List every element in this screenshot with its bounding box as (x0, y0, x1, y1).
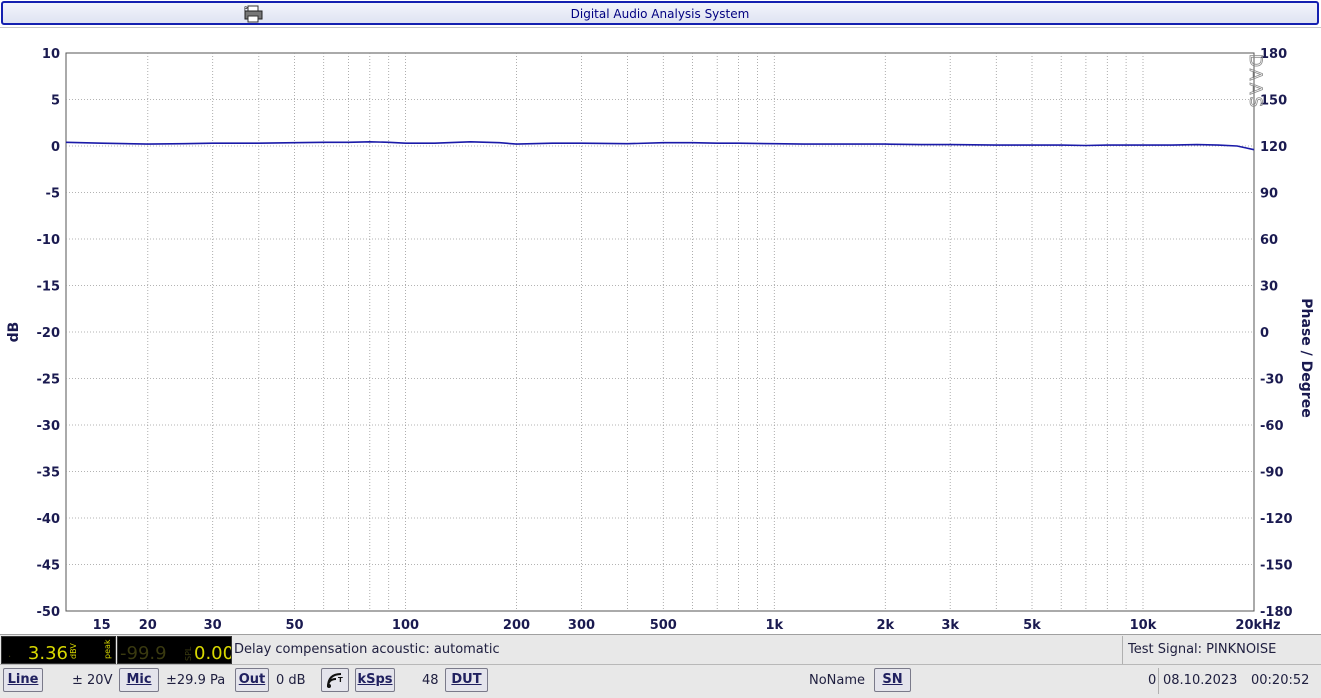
bottom-toolbar: Line ± 20V Mic ±29.9 Pa Out 0 dB T kSps … (0, 664, 1321, 698)
ksps-button[interactable]: kSps (355, 668, 395, 692)
x-tick-label: 300 (568, 618, 595, 633)
daas-watermark: DAAS (1245, 54, 1265, 109)
spl-value: -99.9 (120, 643, 167, 663)
mic-button[interactable]: Mic (119, 668, 159, 692)
x-tick-label: 3k (941, 618, 959, 633)
time-text: 00:20:52 (1251, 673, 1310, 688)
y-axis-label: dB (6, 322, 22, 343)
mic-range: ±29.9 Pa (166, 673, 226, 688)
y2-tick-label: -120 (1260, 512, 1293, 527)
datetime-box: 08.10.2023 00:20:52 (1158, 668, 1320, 694)
dbv-unit: dBV (69, 643, 78, 659)
device-name: NoName (809, 673, 866, 688)
status-row: . 3.36 dBV peak -99.9 SPL 0.00 Delay com… (0, 634, 1321, 665)
y-tick-label: -20 (37, 326, 61, 341)
plot-area: 10 180 5 150 0 120 -5 90 -10 60 -15 30 -20 0 -25 -30 -30… (0, 27, 1321, 634)
line-button[interactable]: Line (3, 668, 43, 692)
y2-tick-label: -90 (1260, 466, 1284, 481)
test-signal-text: Test Signal: PINKNOISE (1122, 636, 1320, 664)
date-text: 08.10.2023 (1163, 673, 1238, 688)
y-tick-label: -25 (37, 373, 61, 388)
y-tick-label: -40 (37, 512, 61, 527)
out-button[interactable]: Out (235, 668, 269, 692)
dbv-sub: peak (103, 639, 112, 659)
ksps-value: 48 (422, 673, 439, 688)
y-tick-label: 0 (51, 140, 60, 155)
x-tick-label: 15 (93, 618, 111, 633)
x-tick-label: 10k (1130, 618, 1157, 633)
x-tick-label: 1k (765, 618, 783, 633)
line-range: ± 20V (72, 673, 113, 688)
signal-wave-button[interactable]: T (321, 668, 349, 692)
y-tick-label: -5 (46, 187, 60, 202)
dbv-meter: . 3.36 dBV peak (1, 636, 116, 664)
x-tick-label: 20kHz (1235, 618, 1280, 633)
y-tick-label: -45 (37, 559, 61, 574)
y2-tick-label: -30 (1260, 373, 1284, 388)
signal-wave-icon: T (325, 673, 345, 693)
y-tick-label: 5 (51, 94, 60, 109)
x-tick-label: 30 (204, 618, 222, 633)
out-level: 0 dB (276, 673, 306, 688)
frequency-response-chart: 10 1805 1500 120-5 90-10 60-15 30-20 0-25 -30-30… (6, 47, 1314, 633)
delay-compensation-text: Delay compensation acoustic: automatic (234, 642, 500, 657)
spl-meter: -99.9 SPL 0.00 (117, 636, 234, 664)
y-tick-label: -10 (37, 233, 61, 248)
svg-text:T: T (338, 676, 343, 684)
y2-tick-label: 120 (1260, 140, 1287, 155)
y-tick-label: -30 (37, 419, 61, 434)
dut-button[interactable]: DUT (445, 668, 488, 692)
x-tick-label: 200 (503, 618, 530, 633)
x-tick-label: 500 (650, 618, 677, 633)
x-tick-label: 50 (285, 618, 303, 633)
counter: 0 (1148, 673, 1157, 688)
y2-tick-label: 30 (1260, 280, 1278, 295)
y2-tick-label: -150 (1260, 559, 1293, 574)
y-tick-label: -15 (37, 280, 61, 295)
spl-unit: SPL (184, 646, 193, 661)
x-tick-label: 20 (139, 618, 157, 633)
title-bar: P Digital Audio Analysis System (1, 1, 1319, 25)
x-tick-label: 2k (876, 618, 894, 633)
x-tick-label: 100 (392, 618, 419, 633)
y2-tick-label: 0 (1260, 326, 1269, 341)
y2-tick-label: 60 (1260, 233, 1278, 248)
y2-tick-label: 90 (1260, 187, 1278, 202)
y2-axis-label: Phase / Degree (1298, 298, 1314, 417)
y-tick-label: 10 (42, 47, 60, 62)
x-tick-label: 5k (1023, 618, 1041, 633)
sn-button[interactable]: SN (874, 668, 911, 692)
y2-tick-label: -60 (1260, 419, 1284, 434)
svg-text:.: . (8, 649, 11, 660)
dbv-value: 3.36 (28, 643, 68, 663)
y-tick-label: -50 (37, 605, 61, 620)
y-tick-label: -35 (37, 466, 61, 481)
window-title: Digital Audio Analysis System (570, 7, 750, 21)
spl-right-value: 0.00 (194, 643, 231, 663)
